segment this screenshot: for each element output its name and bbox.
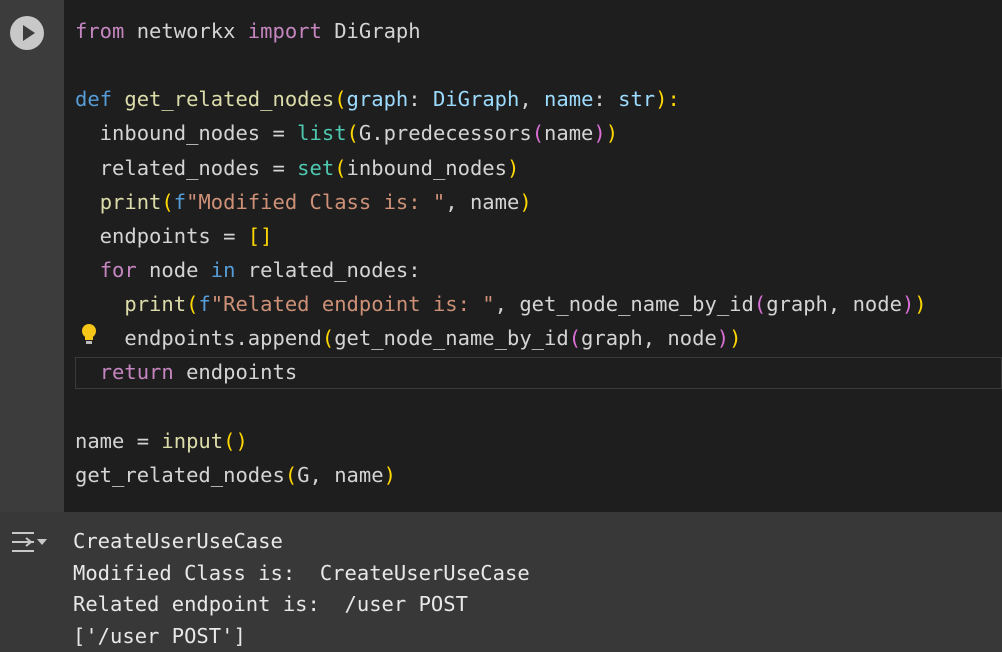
- code-cell[interactable]: from networkx import DiGraph def get_rel…: [0, 0, 1002, 512]
- code-line: from networkx import DiGraph: [75, 14, 927, 48]
- code-line: related_nodes = set(inbound_nodes): [75, 151, 927, 185]
- code-line: [75, 390, 927, 424]
- code-line: print(f"Modified Class is: ", name): [75, 185, 927, 219]
- play-icon: [10, 16, 44, 50]
- code-line: inbound_nodes = list(G.predecessors(name…: [75, 116, 927, 150]
- output-line: Related endpoint is: /user POST: [73, 589, 530, 621]
- code-line: print(f"Related endpoint is: ", get_node…: [75, 287, 927, 321]
- code-line: [75, 48, 927, 82]
- code-line: for node in related_nodes:: [75, 253, 927, 287]
- output-collapse-icon[interactable]: [9, 528, 49, 558]
- output-text: CreateUserUseCase Modified Class is: Cre…: [73, 526, 530, 652]
- run-cell-button[interactable]: [10, 16, 44, 50]
- cell-gutter: [0, 0, 64, 512]
- code-line: def get_related_nodes(graph: DiGraph, na…: [75, 82, 927, 116]
- output-line: ['/user POST']: [73, 621, 530, 652]
- code-line: endpoints = []: [75, 219, 927, 253]
- code-line: name = input(): [75, 424, 927, 458]
- code-line: get_related_nodes(G, name): [75, 458, 927, 492]
- output-line: Modified Class is: CreateUserUseCase: [73, 558, 530, 590]
- code-line: return endpoints: [75, 355, 927, 389]
- code-line: endpoints.append(get_node_name_by_id(gra…: [75, 321, 927, 355]
- output-line: CreateUserUseCase: [73, 526, 530, 558]
- cell-output: CreateUserUseCase Modified Class is: Cre…: [0, 512, 1002, 648]
- code-editor[interactable]: from networkx import DiGraph def get_rel…: [75, 14, 927, 492]
